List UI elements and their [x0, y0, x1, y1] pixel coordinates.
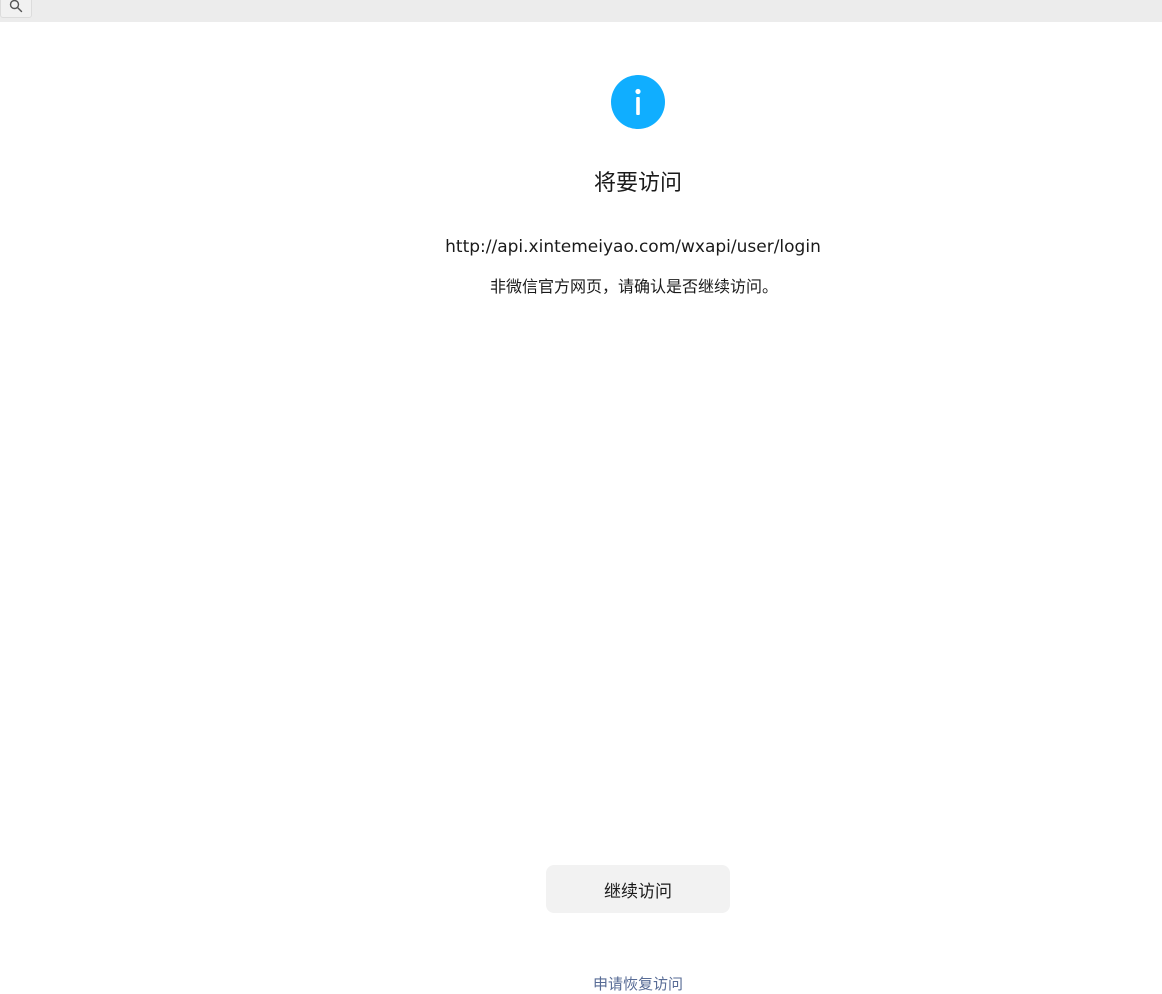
request-restore-link[interactable]: 申请恢复访问 [0, 974, 1162, 994]
target-url: http://api.xintemeiyao.com/wxapi/user/lo… [445, 237, 821, 257]
top-toolbar [0, 0, 1162, 22]
search-icon [9, 0, 23, 13]
warning-page: 将要访问 http://api.xintemeiyao.com/wxapi/us… [0, 0, 1162, 993]
warning-notice: 非微信官方网页，请确认是否继续访问。 [489, 277, 778, 296]
continue-button[interactable]: 继续访问 [546, 865, 730, 913]
info-icon [611, 75, 665, 129]
search-button[interactable] [0, 0, 32, 18]
page-title: 将要访问 [593, 171, 682, 196]
